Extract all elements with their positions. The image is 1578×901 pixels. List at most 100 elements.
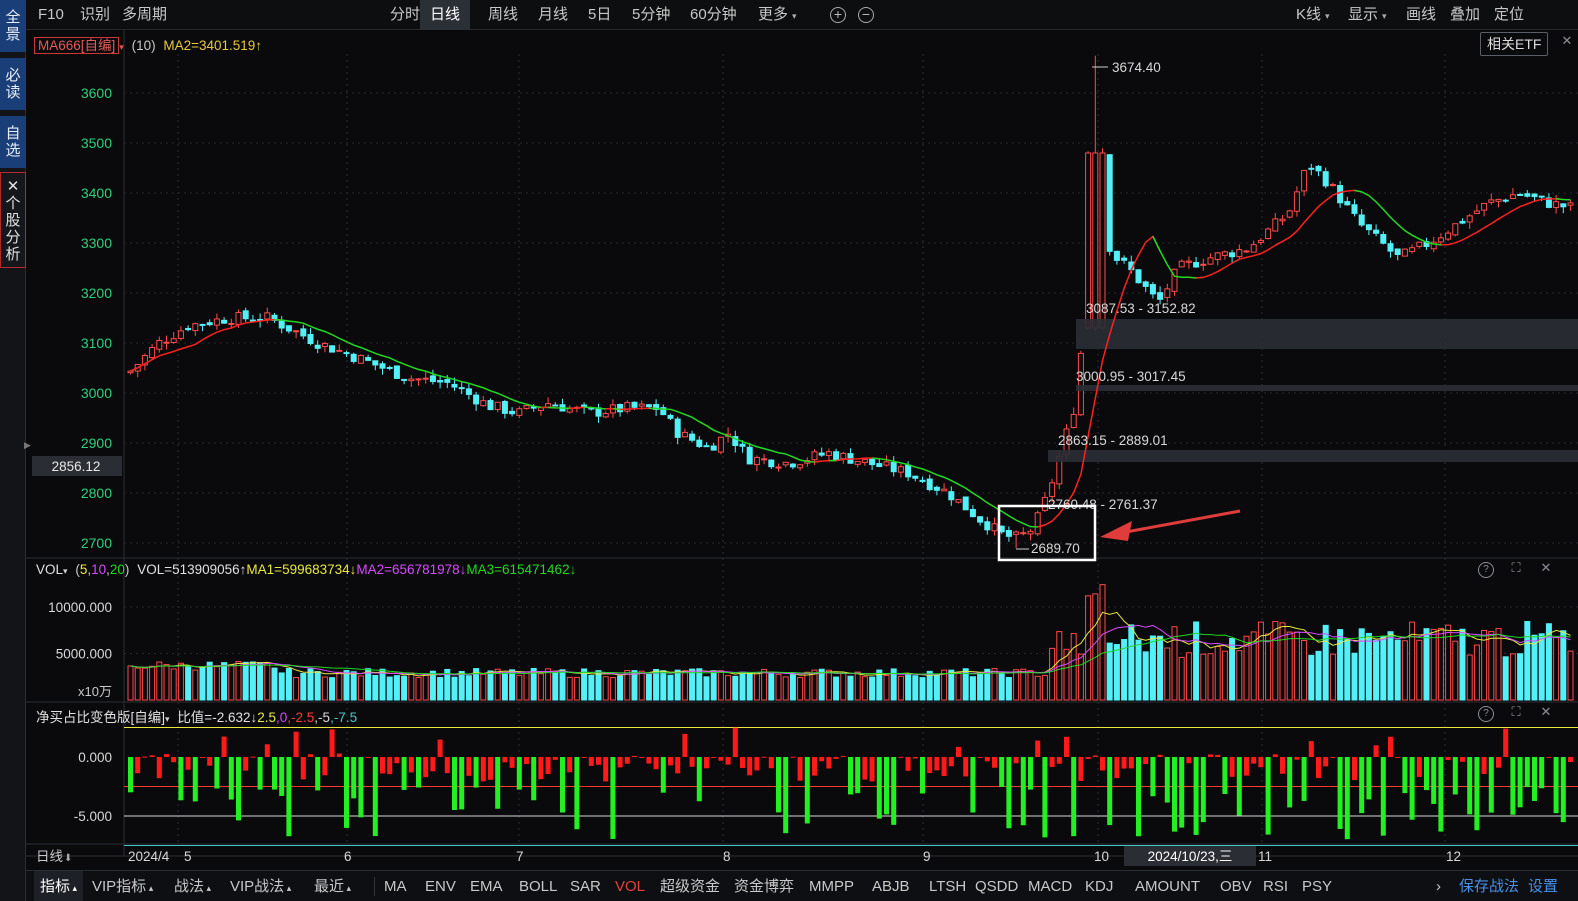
candle-down: [429, 375, 436, 383]
bottom-tab-2[interactable]: 战法 ▴: [174, 871, 211, 901]
period-tab-4[interactable]: 5日: [588, 0, 611, 30]
candle-up: [861, 458, 868, 463]
candle-up: [1509, 194, 1516, 200]
vol-dropdown-icon[interactable]: ▾: [63, 566, 68, 576]
top-right-4[interactable]: 定位: [1494, 0, 1524, 30]
top-right-2[interactable]: 画线: [1406, 0, 1436, 30]
candle-down: [869, 458, 876, 466]
volume-bar: [1337, 629, 1344, 701]
sidebar-tab-stock-analysis[interactable]: ✕ 个股分析: [0, 172, 26, 268]
kline-chart[interactable]: 3600 3500 3400 3300 3200 3100 3000 2900 2800 2700…: [26, 30, 1578, 870]
indicator-tab-ma[interactable]: MA: [384, 871, 407, 901]
candle-up: [1013, 531, 1020, 535]
indicator-tab-boll[interactable]: BOLL: [519, 871, 557, 901]
candle-up: [1214, 252, 1221, 261]
period-tab-5[interactable]: 5分钟: [632, 0, 670, 30]
volume-bar: [1272, 621, 1279, 701]
ratio-dropdown-icon[interactable]: ▾: [165, 714, 170, 724]
volume-bar: [1488, 631, 1495, 701]
ratio-level: 2.5: [257, 710, 277, 725]
volume-bar: [573, 676, 580, 701]
ratio-bar-green: [531, 757, 537, 801]
zoom-in-icon[interactable]: +: [830, 7, 846, 23]
indicator-tab-vol[interactable]: VOL: [615, 871, 645, 901]
scroll-right-icon[interactable]: ›: [1436, 871, 1441, 901]
chart-area[interactable]: 3600 3500 3400 3300 3200 3100 3000 2900 2800 2700…: [26, 30, 1578, 870]
close-icon-2[interactable]: ✕: [1538, 705, 1554, 721]
ratio-bar-green: [1222, 757, 1228, 795]
indicator-tab-obv[interactable]: OBV: [1220, 871, 1252, 901]
ratio-bar-green: [1380, 757, 1386, 836]
top-right-0[interactable]: K线 ▾: [1296, 0, 1330, 30]
ratio-bar-red: [675, 757, 681, 774]
help-icon[interactable]: ?: [1478, 562, 1494, 578]
indicator-tab-ema[interactable]: EMA: [470, 871, 503, 901]
related-etf-button[interactable]: 相关ETF: [1480, 32, 1549, 56]
candle-up: [1495, 198, 1502, 202]
volume-bar: [1437, 627, 1444, 701]
indicator-tab-kdj[interactable]: KDJ: [1085, 871, 1113, 901]
gap-zone: [1076, 385, 1578, 391]
volume-bar: [242, 661, 249, 701]
ratio-bar-red: [552, 757, 558, 760]
settings-button[interactable]: 设置: [1528, 871, 1558, 901]
close-icon[interactable]: ✕: [1538, 561, 1554, 577]
top-left-0[interactable]: F10: [38, 0, 64, 30]
candle-down: [818, 452, 825, 456]
volume-bar: [1149, 635, 1156, 701]
vol-label[interactable]: VOL: [36, 562, 63, 577]
sidebar-tab-overview[interactable]: 全景: [0, 0, 26, 52]
period-tab-0[interactable]: 分时: [390, 0, 420, 30]
top-right-1[interactable]: 显示 ▾: [1348, 0, 1387, 30]
bottom-tab-0[interactable]: 指标 ▴: [34, 871, 84, 901]
indicator-tab-资金博弈[interactable]: 资金博弈: [734, 871, 794, 901]
indicator-tab-sar[interactable]: SAR: [570, 871, 601, 901]
period-tab-2[interactable]: 周线: [488, 0, 518, 30]
period-tab-3[interactable]: 月线: [538, 0, 568, 30]
ratio-bar-red: [488, 757, 493, 780]
period-tab-1[interactable]: 日线: [420, 0, 471, 30]
vol-ma3: MA3=615471462↓: [466, 562, 577, 577]
ratio-bar-red: [1092, 755, 1098, 757]
indicator-tab-ltsh[interactable]: LTSH: [929, 871, 966, 901]
date-tick-label: 11: [1258, 849, 1272, 864]
ratio-bar-red: [1503, 728, 1509, 757]
indicator-tab-rsi[interactable]: RSI: [1263, 871, 1288, 901]
bottom-tab-4[interactable]: 最近 ▴: [314, 871, 351, 901]
bottom-tab-3[interactable]: VIP战法 ▴: [230, 871, 291, 901]
save-strategy-button[interactable]: 保存战法: [1459, 871, 1519, 901]
indicator-tab-amount[interactable]: AMOUNT: [1135, 871, 1200, 901]
top-left-2[interactable]: 多周期: [122, 0, 167, 30]
period-tab-6[interactable]: 60分钟: [690, 0, 737, 30]
volume-bar: [552, 671, 559, 701]
candle-up: [1553, 201, 1560, 208]
indicator-tab-mmpp[interactable]: MMPP: [809, 871, 854, 901]
top-right-3[interactable]: 叠加: [1450, 0, 1480, 30]
top-left-1[interactable]: 识别: [80, 0, 110, 30]
help-icon-2[interactable]: ?: [1478, 706, 1494, 722]
indicator-tab-qsdd[interactable]: QSDD: [975, 871, 1018, 901]
indicator-dropdown-icon[interactable]: ▾: [119, 42, 124, 52]
indicator-tab-超级资金[interactable]: 超级资金: [660, 871, 720, 901]
indicator-tab-macd[interactable]: MACD: [1028, 871, 1072, 901]
maximize-icon-2[interactable]: ⛶: [1508, 705, 1524, 721]
bottom-tab-1[interactable]: VIP指标 ▴: [92, 871, 153, 901]
candle-down: [278, 320, 285, 329]
maximize-icon[interactable]: ⛶: [1508, 561, 1524, 577]
indicator-selector[interactable]: MA666[自编]: [34, 37, 120, 54]
ratio-label[interactable]: 净买占比变色版[自编]: [36, 710, 165, 725]
close-panel-icon[interactable]: ✕: [1559, 34, 1575, 50]
ratio-bar-red: [293, 731, 299, 757]
indicator-tab-psy[interactable]: PSY: [1302, 871, 1332, 901]
indicator-tab-env[interactable]: ENV: [425, 871, 456, 901]
volume-bar: [329, 677, 336, 701]
sidebar-tab-watchlist[interactable]: 自选: [0, 116, 26, 168]
ratio-bar-red: [336, 753, 342, 757]
volume-bar: [487, 670, 494, 701]
volume-bar: [869, 676, 876, 701]
indicator-tab-abjb[interactable]: ABJB: [872, 871, 910, 901]
zoom-out-icon[interactable]: −: [858, 7, 874, 23]
sidebar-tab-must-read[interactable]: 必读: [0, 58, 26, 110]
volume-bar: [170, 668, 177, 701]
period-tab-7[interactable]: 更多 ▾: [758, 0, 797, 30]
